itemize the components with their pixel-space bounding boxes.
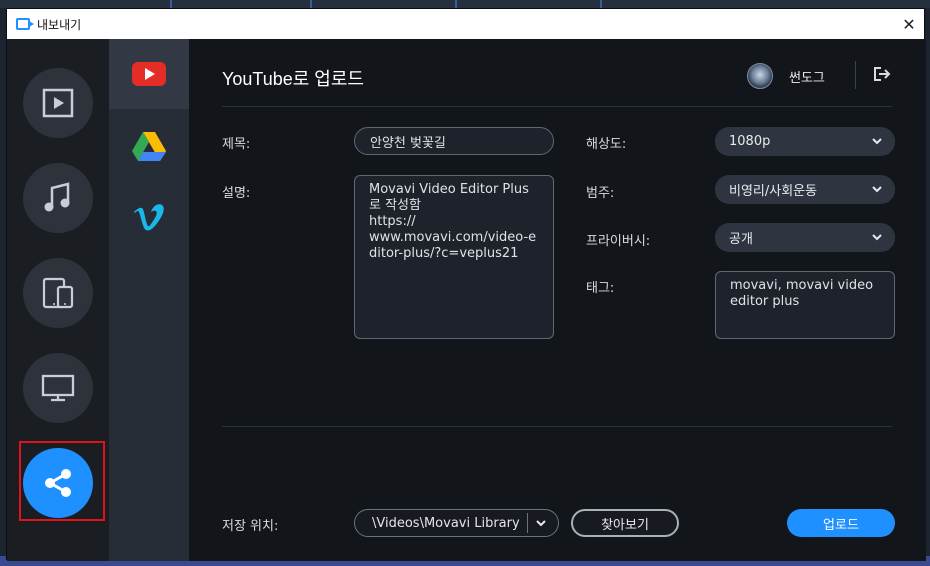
background-editor-strip [0, 0, 930, 8]
music-note-icon [44, 182, 70, 212]
export-type-rail [7, 39, 109, 561]
resolution-label: 해상도: [586, 137, 627, 152]
title-bar: 내보내기 ✕ [7, 9, 924, 39]
logout-icon [874, 67, 891, 81]
export-audio-button[interactable] [23, 163, 93, 233]
devices-icon [42, 277, 74, 309]
tags-input[interactable]: movavi, movavi video editor plus [715, 271, 895, 339]
export-video-button[interactable] [23, 68, 93, 138]
avatar [747, 63, 773, 89]
export-dialog: 내보내기 ✕ YouTube로 업로드 썬도그 제목: 안양천 벚꽃길 설명: … [6, 8, 926, 561]
vimeo-icon [134, 204, 164, 231]
logout-button[interactable] [873, 66, 891, 86]
account-area[interactable]: 썬도그 [747, 63, 825, 89]
window-title: 내보내기 [37, 17, 82, 32]
youtube-icon [132, 62, 166, 86]
footer-separator [222, 426, 892, 427]
save-location-divider [527, 513, 528, 533]
save-location-value: \Videos\Movavi Library [372, 515, 520, 531]
header-divider [855, 61, 856, 89]
export-tv-button[interactable] [23, 353, 93, 423]
close-button[interactable]: ✕ [894, 9, 924, 39]
export-devices-button[interactable] [23, 258, 93, 328]
tags-label: 태그: [586, 281, 615, 296]
selection-highlight [19, 441, 105, 521]
chevron-down-icon [872, 186, 882, 193]
header-separator [222, 106, 892, 107]
video-camera-icon [16, 18, 34, 30]
chevron-down-icon [536, 520, 546, 527]
privacy-value: 공개 [729, 232, 753, 247]
save-location-dropdown[interactable]: \Videos\Movavi Library [354, 509, 559, 537]
privacy-label: 프라이버시: [586, 234, 651, 249]
category-label: 범주: [586, 186, 615, 201]
category-value: 비영리/사회운동 [729, 184, 818, 199]
category-dropdown[interactable]: 비영리/사회운동 [715, 175, 895, 204]
upload-button[interactable]: 업로드 [787, 509, 895, 537]
page-title: YouTube로 업로드 [222, 69, 364, 89]
monitor-icon [41, 374, 75, 402]
service-google-drive[interactable] [109, 111, 189, 181]
video-file-icon [42, 88, 74, 118]
description-label: 설명: [222, 186, 251, 201]
description-input[interactable]: Movavi Video Editor Plus 로 작성함 https:// … [354, 175, 554, 339]
browse-button[interactable]: 찾아보기 [571, 509, 679, 537]
resolution-value: 1080p [729, 134, 771, 149]
title-input[interactable]: 안양천 벚꽃길 [354, 127, 554, 155]
chevron-down-icon [872, 234, 882, 241]
service-vimeo[interactable] [109, 183, 189, 253]
resolution-dropdown[interactable]: 1080p [715, 127, 895, 156]
privacy-dropdown[interactable]: 공개 [715, 223, 895, 252]
title-label: 제목: [222, 137, 251, 152]
service-column [109, 39, 189, 561]
service-youtube[interactable] [109, 39, 189, 109]
upload-panel: YouTube로 업로드 썬도그 제목: 안양천 벚꽃길 설명: Movavi … [189, 39, 926, 561]
chevron-down-icon [872, 138, 882, 145]
account-name: 썬도그 [789, 70, 825, 86]
save-location-label: 저장 위치: [222, 519, 279, 534]
google-drive-icon [132, 132, 166, 161]
